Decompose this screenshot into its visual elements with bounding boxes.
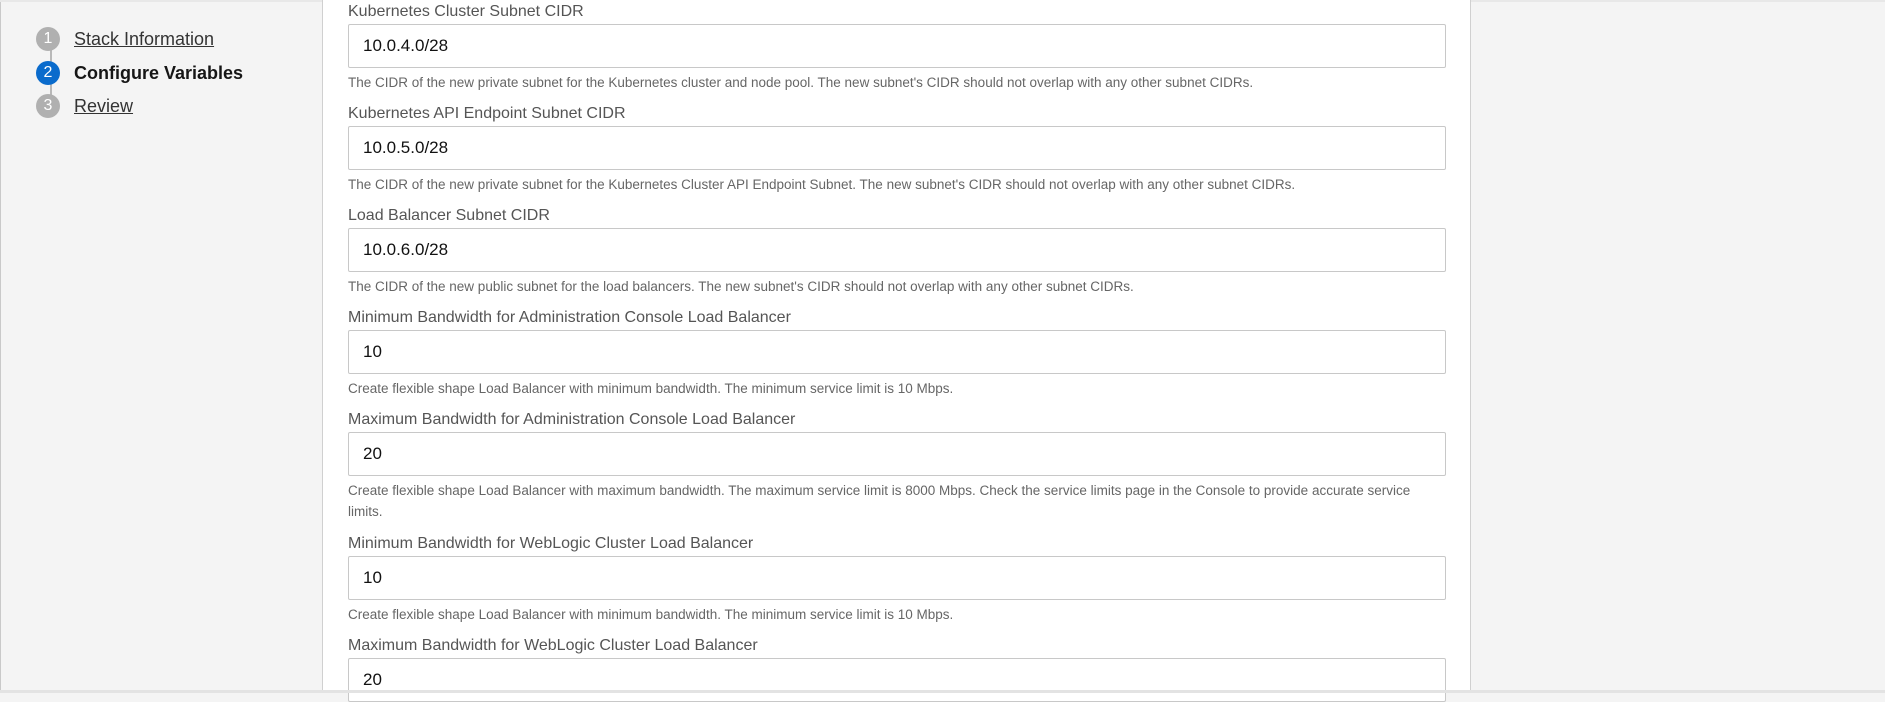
step-label-configure-variables: Configure Variables — [74, 62, 244, 83]
field-help-text: Create flexible shape Load Balancer with… — [348, 607, 954, 622]
field-label: Minimum Bandwidth for WebLogic Cluster L… — [348, 535, 754, 552]
step-number-badge: 1 — [36, 27, 60, 51]
page-left-edge — [0, 0, 1, 693]
step-number-badge: 3 — [36, 94, 60, 118]
field-kubernetes-cluster-subnet-cidr: Kubernetes Cluster Subnet CIDR The CIDR … — [348, 2, 1446, 93]
kubernetes-cluster-subnet-cidr-input[interactable] — [348, 24, 1446, 68]
field-max-bandwidth-admin-console-lb: Maximum Bandwidth for Administration Con… — [348, 410, 1446, 522]
step-link-stack-information[interactable]: Stack Information — [74, 29, 214, 50]
configure-variables-panel: Kubernetes Cluster Subnet CIDR The CIDR … — [322, 0, 1471, 702]
max-bandwidth-weblogic-cluster-lb-input[interactable] — [348, 658, 1446, 702]
field-label: Maximum Bandwidth for WebLogic Cluster L… — [348, 637, 758, 654]
field-help-text: The CIDR of the new public subnet for th… — [348, 279, 1134, 294]
step-number-badge-current: 2 — [36, 61, 60, 85]
field-help-text: Create flexible shape Load Balancer with… — [348, 483, 1411, 519]
field-label: Kubernetes Cluster Subnet CIDR — [348, 3, 584, 20]
field-load-balancer-subnet-cidr: Load Balancer Subnet CIDR The CIDR of th… — [348, 206, 1446, 297]
kubernetes-api-endpoint-subnet-cidr-input[interactable] — [348, 126, 1446, 170]
wizard-step-stack-information[interactable]: 1 Stack Information — [36, 26, 214, 52]
field-label: Kubernetes API Endpoint Subnet CIDR — [348, 105, 626, 122]
field-help-text: Create flexible shape Load Balancer with… — [348, 381, 954, 396]
field-label: Load Balancer Subnet CIDR — [348, 207, 550, 224]
field-help-text: The CIDR of the new private subnet for t… — [348, 177, 1296, 192]
min-bandwidth-weblogic-cluster-lb-input[interactable] — [348, 556, 1446, 600]
max-bandwidth-admin-console-lb-input[interactable] — [348, 432, 1446, 476]
wizard-step-configure-variables: 2 Configure Variables — [36, 60, 243, 86]
field-label: Maximum Bandwidth for Administration Con… — [348, 411, 796, 428]
field-kubernetes-api-endpoint-subnet-cidr: Kubernetes API Endpoint Subnet CIDR The … — [348, 104, 1446, 195]
load-balancer-subnet-cidr-input[interactable] — [348, 228, 1446, 272]
field-min-bandwidth-admin-console-lb: Minimum Bandwidth for Administration Con… — [348, 308, 1446, 399]
min-bandwidth-admin-console-lb-input[interactable] — [348, 330, 1446, 374]
field-label: Minimum Bandwidth for Administration Con… — [348, 309, 791, 326]
step-link-review[interactable]: Review — [74, 96, 133, 117]
wizard-step-review[interactable]: 3 Review — [36, 93, 133, 119]
field-help-text: The CIDR of the new private subnet for t… — [348, 75, 1254, 90]
field-min-bandwidth-weblogic-cluster-lb: Minimum Bandwidth for WebLogic Cluster L… — [348, 534, 1446, 625]
